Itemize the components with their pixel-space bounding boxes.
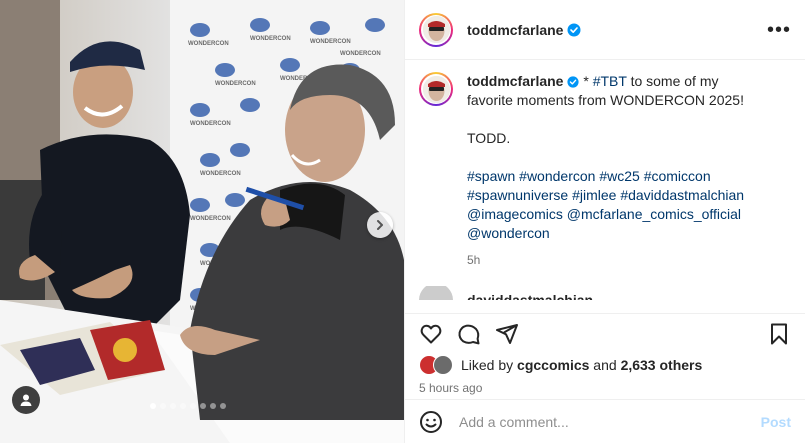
svg-text:WONDERCON: WONDERCON: [190, 216, 231, 222]
next-comment-preview: daviddastmalchian: [419, 286, 791, 300]
carousel-dot: [210, 403, 216, 409]
hashtag-link[interactable]: #wondercon: [519, 168, 595, 184]
svg-text:WONDERCON: WONDERCON: [200, 171, 241, 177]
username-link[interactable]: toddmcfarlane: [467, 22, 563, 38]
liked-by-user[interactable]: cgccomics: [517, 357, 589, 373]
carousel-dot: [200, 403, 206, 409]
hashtag-link[interactable]: #daviddastmalchian: [620, 187, 744, 203]
action-bar: [405, 313, 805, 353]
comment-username[interactable]: daviddastmalchian: [467, 292, 593, 300]
user-tag-icon: [20, 394, 32, 406]
hashtag-link[interactable]: #wc25: [599, 168, 639, 184]
hashtag-link[interactable]: #spawnuniverse: [467, 187, 568, 203]
comment-input[interactable]: [457, 412, 761, 431]
post-dialog: WONDERCON WONDERCON WONDERCON WONDERCON WON…: [0, 0, 805, 443]
post-sidebar: toddmcfarlane ••• toddmcfarlane * #TBT t…: [404, 0, 805, 443]
carousel-dot: [170, 403, 176, 409]
bookmark-icon: [771, 323, 787, 344]
post-header: toddmcfarlane •••: [405, 0, 805, 60]
caption-time: 5h: [467, 253, 481, 267]
caption-signature: TODD.: [467, 130, 511, 146]
caption: toddmcfarlane * #TBT to some of my favor…: [419, 72, 791, 270]
avatar[interactable]: [419, 286, 453, 300]
share-button[interactable]: [495, 322, 519, 346]
verified-icon: [567, 76, 580, 88]
comment-form: Post: [405, 399, 805, 443]
chevron-right-icon: [377, 220, 383, 230]
carousel-dot: [180, 403, 186, 409]
verified-icon: [567, 23, 581, 37]
likes-summary: Liked by cgccomics and 2,633 others: [405, 353, 805, 377]
carousel-next-button[interactable]: [367, 212, 393, 238]
carousel-dot: [190, 403, 196, 409]
caption-username[interactable]: toddmcfarlane: [467, 73, 563, 89]
mention-link[interactable]: @imagecomics: [467, 206, 563, 222]
avatar-image: [422, 16, 450, 43]
post-photo: WONDERCON WONDERCON WONDERCON WONDERCON WON…: [0, 0, 404, 443]
more-options-button[interactable]: •••: [767, 20, 791, 40]
comments-section: toddmcfarlane * #TBT to some of my favor…: [405, 60, 805, 313]
svg-text:WONDERCON: WONDERCON: [310, 39, 351, 45]
caption-text: toddmcfarlane * #TBT to some of my favor…: [467, 72, 767, 270]
likes-count[interactable]: 2,633 others: [621, 357, 703, 373]
post-timestamp[interactable]: 5 hours ago: [405, 377, 805, 399]
emoji-button[interactable]: [419, 410, 443, 434]
comment-button[interactable]: [457, 322, 481, 346]
hashtag-link[interactable]: #comiccon: [644, 168, 711, 184]
mention-list: @imagecomics @mcfarlane_comics_official …: [467, 205, 767, 243]
caption-avatar[interactable]: [419, 72, 453, 106]
share-icon: [496, 323, 518, 344]
like-button[interactable]: [419, 322, 443, 346]
mention-link[interactable]: @wondercon: [467, 225, 550, 241]
carousel-indicator: [150, 403, 226, 409]
heart-icon: [420, 324, 442, 343]
save-button[interactable]: [767, 322, 791, 346]
avatar[interactable]: [419, 12, 453, 47]
post-media[interactable]: WONDERCON WONDERCON WONDERCON WONDERCON WON…: [0, 0, 404, 443]
carousel-dot: [150, 403, 156, 409]
carousel-dot: [160, 403, 166, 409]
hashtag-link[interactable]: #jimlee: [572, 187, 616, 203]
tagged-users-button[interactable]: [12, 386, 40, 414]
hashtag-link[interactable]: #spawn: [467, 168, 515, 184]
emoji-icon: [420, 410, 442, 433]
hashtag-link[interactable]: #TBT: [593, 73, 627, 89]
comment-icon: [458, 324, 480, 344]
svg-text:WONDERCON: WONDERCON: [188, 41, 229, 47]
hashtag-list: #spawn #wondercon #wc25 #comiccon #spawn…: [467, 167, 767, 205]
mention-link[interactable]: @mcfarlane_comics_official: [567, 206, 741, 222]
liker-avatar[interactable]: [433, 355, 453, 375]
svg-text:WONDERCON: WONDERCON: [215, 81, 256, 87]
post-comment-button[interactable]: Post: [761, 414, 791, 430]
svg-text:WONDERCON: WONDERCON: [340, 51, 381, 57]
svg-text:WONDERCON: WONDERCON: [190, 121, 231, 127]
svg-text:WONDERCON: WONDERCON: [250, 36, 291, 42]
carousel-dot: [220, 403, 226, 409]
